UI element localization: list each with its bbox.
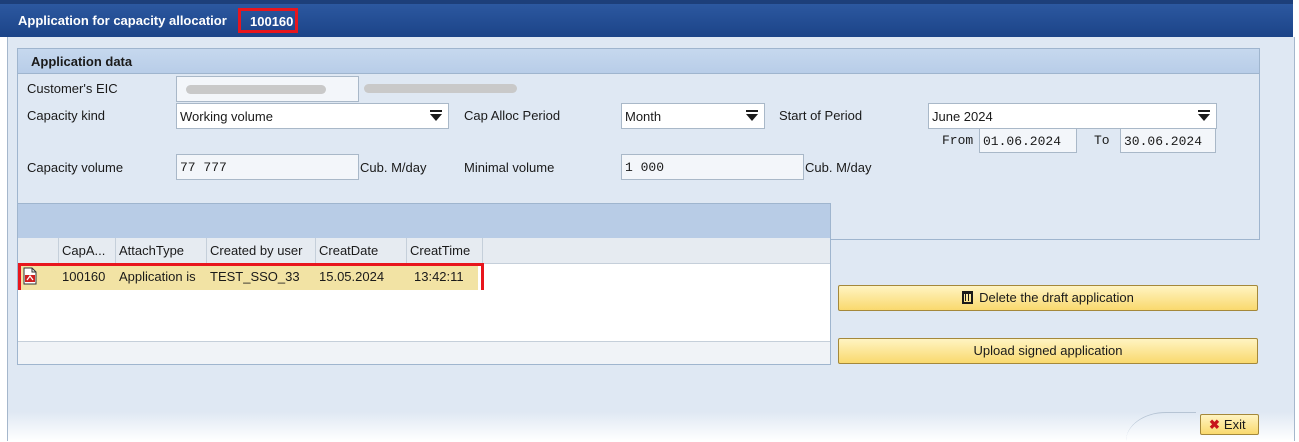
table-footer [18,341,830,364]
from-label: From [942,133,974,148]
capacity-volume-label: Capacity volume [27,160,124,175]
status-bar [8,412,1294,441]
column-header-capa[interactable]: CapA... [59,238,116,263]
upload-signed-button[interactable]: Upload signed application [838,338,1258,364]
exit-button[interactable]: ✖ Exit [1200,414,1259,435]
column-header-created-by[interactable]: Created by user [207,238,316,263]
redacted-value [186,85,326,94]
start-of-period-label: Start of Period [779,108,863,123]
table-header: CapA... AttachType Created by user Creat… [18,238,830,264]
exit-label: Exit [1223,417,1246,432]
upload-signed-label: Upload signed application [973,343,1123,358]
window-title: Application for capacity allocatior [18,13,227,28]
table-toolbar [18,204,830,238]
cap-alloc-period-dropdown[interactable]: Month [621,103,765,129]
chevron-down-icon [746,110,758,121]
customer-eic-field[interactable] [176,76,359,102]
capacity-volume-field[interactable]: 77 777 [176,154,359,180]
attachments-table: CapA... AttachType Created by user Creat… [17,203,831,365]
cap-alloc-period-value: Month [625,109,662,124]
chevron-down-icon [1198,110,1210,121]
to-label: To [1094,133,1110,148]
minimal-volume-field[interactable]: 1 000 [621,154,804,180]
row-selector-header[interactable] [18,238,59,263]
close-icon: ✖ [1209,417,1220,432]
title-bar: Application for capacity allocatior 1001… [0,0,1293,37]
delete-draft-label: Delete the draft application [979,290,1134,305]
start-of-period-dropdown[interactable]: June 2024 [928,103,1217,129]
row-highlight-box [18,263,484,293]
delete-draft-button[interactable]: Delete the draft application [838,285,1258,311]
column-header-creatdate[interactable]: CreatDate [316,238,407,263]
start-of-period-value: June 2024 [932,109,993,124]
group-title: Application data [31,54,133,69]
customer-eic-label: Customer's EIC [27,81,118,96]
application-data-header: Application data [18,49,1259,74]
cap-alloc-period-label: Cap Alloc Period [464,108,561,123]
empty-rows [18,290,830,340]
status-bar-divider [1126,412,1196,442]
redacted-customer-name [364,84,517,93]
capacity-volume-unit: Cub. M/day [360,160,427,175]
to-date-field[interactable]: 30.06.2024 [1120,128,1216,153]
column-header-creattime[interactable]: CreatTime [407,238,483,263]
capacity-kind-label: Capacity kind [27,108,106,123]
main-window: Application data Customer's EIC Capacity… [7,37,1295,441]
from-date-field[interactable]: 01.06.2024 [979,128,1077,153]
chevron-down-icon [430,110,442,121]
capacity-kind-value: Working volume [180,109,273,124]
minimal-volume-label: Minimal volume [464,160,555,175]
capacity-kind-dropdown[interactable]: Working volume [176,103,449,129]
column-header-attachtype[interactable]: AttachType [116,238,207,263]
trash-icon [962,291,974,304]
minimal-volume-unit: Cub. M/day [805,160,872,175]
application-number: 100160 [238,8,298,33]
